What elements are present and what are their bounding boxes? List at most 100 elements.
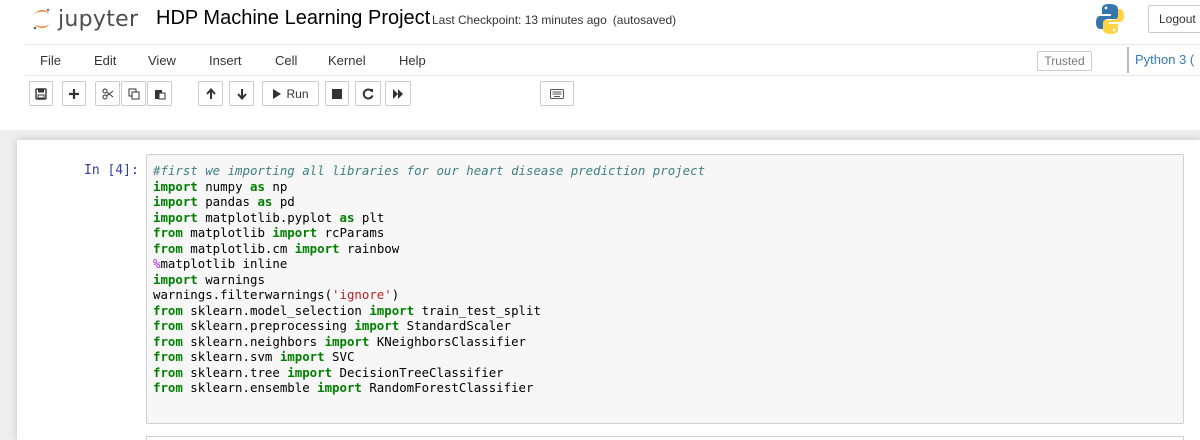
code-token: sklearn.model_selection (182, 302, 370, 318)
code-line: from sklearn.svm import SVC (153, 349, 1183, 365)
paste-button[interactable] (147, 81, 172, 106)
run-icon (273, 88, 282, 99)
menu-insert[interactable]: Insert (209, 53, 242, 68)
menu-file[interactable]: File (40, 53, 61, 68)
menu-kernel[interactable]: Kernel (328, 53, 366, 68)
code-token: from (153, 302, 183, 318)
code-token: sklearn.tree (182, 364, 288, 380)
insert-cell-button[interactable] (62, 81, 86, 106)
checkpoint-status: Last Checkpoint: 13 minutes ago (autosave… (432, 13, 676, 27)
cut-button[interactable] (95, 81, 120, 106)
command-palette-button[interactable] (540, 81, 574, 106)
move-down-button[interactable] (229, 81, 254, 106)
code-token: as (249, 178, 265, 194)
code-token: import (324, 333, 370, 349)
cut-icon (102, 88, 113, 99)
restart-run-all-button[interactable] (385, 81, 411, 106)
code-token: pd (272, 194, 295, 209)
kernel-indicator[interactable]: Python 3 ( (1127, 47, 1194, 73)
code-token: import (153, 194, 198, 209)
code-lines: #first we importing all libraries for ou… (153, 163, 1183, 396)
code-token: import (369, 302, 415, 318)
code-line: from sklearn.ensemble import RandomFores… (153, 380, 1183, 396)
code-token: matplotlib inline (160, 256, 288, 271)
code-line: import warnings (153, 272, 1183, 288)
code-token: warnings.filterwarnings( (153, 287, 333, 302)
code-line: from sklearn.tree import DecisionTreeCla… (153, 365, 1183, 381)
code-token: matplotlib.cm (182, 240, 295, 256)
code-token: import (317, 380, 362, 395)
code-token: matplotlib (182, 225, 273, 240)
jupyter-logo[interactable]: jupyter (32, 4, 138, 34)
code-token: from (153, 380, 183, 395)
code-token: plt (354, 209, 385, 225)
code-token: SVC (324, 349, 355, 364)
code-token: import (153, 178, 198, 194)
menu-help[interactable]: Help (399, 53, 426, 68)
code-line: from matplotlib import rcParams (153, 225, 1183, 241)
code-token: pandas (197, 194, 258, 209)
code-token: np (264, 178, 288, 194)
menu-view[interactable]: View (148, 53, 176, 68)
code-token: import (354, 318, 400, 333)
cell-prompt: In [4]: (84, 163, 139, 178)
code-token: from (153, 333, 183, 349)
code-token: from (153, 349, 183, 364)
run-button[interactable]: Run (262, 81, 319, 106)
stop-icon (332, 88, 342, 99)
next-code-cell[interactable] (146, 436, 1184, 440)
code-token: warnings (197, 271, 265, 287)
code-line: from sklearn.model_selection import trai… (153, 303, 1183, 319)
code-line: #first we importing all libraries for ou… (153, 163, 1183, 179)
interrupt-button[interactable] (325, 81, 349, 106)
code-token: sklearn.neighbors (182, 333, 325, 349)
save-button[interactable] (29, 81, 53, 106)
code-token: rainbow (339, 240, 400, 256)
logout-button[interactable]: Logout (1148, 5, 1200, 33)
code-token: train_test_split (414, 302, 541, 318)
menu-edit[interactable]: Edit (94, 53, 116, 68)
copy-button[interactable] (121, 81, 146, 106)
notebook-title[interactable]: HDP Machine Learning Project (156, 7, 430, 30)
code-token: rcParams (317, 225, 385, 240)
code-line: from sklearn.preprocessing import Standa… (153, 318, 1183, 334)
code-token: as (257, 194, 273, 209)
menubar: File Edit View Insert Cell Kernel Help (25, 44, 1200, 76)
run-label: Run (286, 86, 309, 101)
code-token: matplotlib.pyplot (197, 209, 340, 225)
code-token: ) (391, 287, 400, 302)
header: jupyter HDP Machine Learning Project Las… (0, 0, 1200, 186)
restart-button[interactable] (355, 81, 381, 106)
fast-forward-icon (393, 88, 403, 99)
code-token: sklearn.ensemble (182, 380, 318, 395)
code-token: import (272, 225, 318, 240)
keyboard-icon (550, 88, 564, 99)
code-token: KNeighborsClassifier (369, 333, 527, 349)
code-cell-input[interactable]: #first we importing all libraries for ou… (146, 154, 1184, 424)
python-logo-icon (1095, 2, 1125, 41)
code-token: from (153, 364, 183, 380)
code-token: import (153, 271, 198, 287)
code-line: from sklearn.neighbors import KNeighbors… (153, 334, 1183, 350)
code-token: #first we importing all libraries for ou… (153, 163, 706, 178)
code-token: as (339, 209, 355, 225)
copy-icon (128, 88, 139, 99)
code-token: import (279, 349, 325, 364)
arrow-up-icon (205, 87, 216, 99)
code-line: from matplotlib.cm import rainbow (153, 241, 1183, 257)
code-line: warnings.filterwarnings('ignore') (153, 287, 1183, 303)
code-token: numpy (197, 178, 250, 194)
code-token: import (153, 209, 198, 225)
code-token: import (294, 240, 340, 256)
code-token: 'ignore' (332, 287, 392, 302)
checkpoint-text: Last Checkpoint: 13 minutes ago (432, 13, 607, 27)
move-up-button[interactable] (198, 81, 223, 106)
plus-icon (69, 88, 79, 99)
code-token: from (153, 240, 183, 256)
code-token: sklearn.svm (182, 349, 280, 364)
trusted-indicator[interactable]: Trusted (1037, 51, 1092, 71)
restart-icon (362, 88, 374, 99)
code-token: sklearn.preprocessing (182, 318, 355, 333)
menu-cell[interactable]: Cell (275, 53, 297, 68)
code-token: DecisionTreeClassifier (332, 364, 504, 380)
